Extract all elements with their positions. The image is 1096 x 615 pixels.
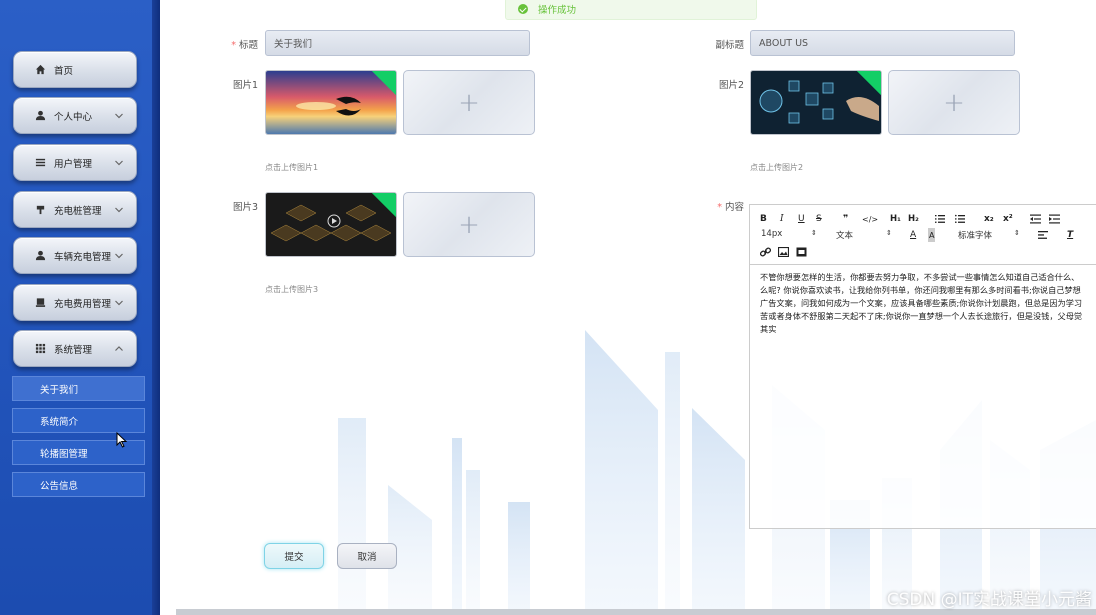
content-line: 苦或者身体不舒服第二天起不了床;你说你一直梦想一个人去长途旅行，但是没钱，父母觉: [760, 311, 1083, 321]
superscript-icon[interactable]: x²: [1003, 212, 1013, 226]
sidebar-subitem-system-intro[interactable]: 系统简介: [12, 408, 145, 433]
sidebar-item-label: 系统管理: [54, 344, 93, 356]
outdent-icon[interactable]: [1030, 212, 1041, 226]
clear-format-icon[interactable]: T: [1067, 228, 1073, 242]
user-icon: [34, 110, 46, 122]
content-line: 么呢? 你说你喜欢读书，让我给你列书单，你还问我哪里有那么多时间看书;你说自己梦…: [760, 285, 1081, 295]
submit-button[interactable]: 提交: [264, 543, 324, 569]
title-input[interactable]: 关于我们: [265, 30, 530, 56]
pic1-thumbnail[interactable]: [265, 70, 397, 135]
watermark: CSDN @IT实战课堂小元酱: [886, 590, 1092, 610]
plus-icon: +: [458, 87, 480, 118]
cancel-button[interactable]: 取消: [337, 543, 397, 569]
font-color-icon[interactable]: A: [910, 228, 916, 242]
home-icon: [34, 64, 46, 76]
rich-text-editor[interactable]: B I U S ❞ </> H₁ H₂ x₂ x² 14px ⇕ 文本 ⇕ A …: [749, 204, 1096, 529]
subtitle-input[interactable]: ABOUT US: [750, 30, 1015, 56]
sidebar-item-label: 用户管理: [54, 158, 93, 170]
pic3-upload-button[interactable]: +: [403, 192, 535, 257]
sidebar-item-charging-pile[interactable]: 充电桩管理: [13, 191, 137, 228]
pic2-label: 图片2: [718, 80, 744, 91]
heading2-icon[interactable]: H₂: [908, 212, 919, 226]
align-icon[interactable]: [1038, 228, 1048, 242]
pic2-thumbnail[interactable]: [750, 70, 882, 135]
content-label: * 内容: [717, 202, 744, 213]
header-select[interactable]: 文本 ⇕: [836, 229, 892, 241]
chevron-up-icon: [115, 346, 123, 351]
person-icon: [34, 250, 46, 262]
title-label: * 标题: [231, 40, 258, 51]
sidebar: 首页 个人中心 用户管理 充电桩管理 车辆充电管理 充电费用管理 系统管理 关于…: [0, 0, 160, 615]
card-icon: [34, 297, 46, 309]
sidebar-item-label: 充电费用管理: [54, 298, 112, 310]
underline-icon[interactable]: U: [798, 212, 805, 226]
sidebar-item-label: 个人中心: [54, 111, 93, 123]
ordered-list-icon[interactable]: [935, 212, 945, 226]
video-icon[interactable]: [796, 245, 807, 259]
pic1-hint: 点击上传图片1: [265, 163, 319, 172]
sidebar-item-label: 充电桩管理: [54, 205, 102, 217]
chevron-down-icon: [115, 300, 123, 306]
content-line: 不管你想要怎样的生活，你都要去努力争取，不多尝试一些事情怎么知道自己适合什么、: [760, 272, 1080, 282]
sidebar-subitem-about-us[interactable]: 关于我们: [12, 376, 145, 401]
sidebar-item-vehicle-charging[interactable]: 车辆充电管理: [13, 237, 137, 274]
font-family-select[interactable]: 标准字体 ⇕: [958, 229, 1020, 241]
plug-icon: [34, 204, 46, 216]
sidebar-item-system-management[interactable]: 系统管理: [13, 330, 137, 367]
pic1-upload-button[interactable]: +: [403, 70, 535, 135]
sidebar-item-user-management[interactable]: 用户管理: [13, 144, 137, 181]
sidebar-item-home[interactable]: 首页: [13, 51, 137, 88]
check-circle-icon: [518, 4, 528, 14]
sidebar-subitem-label: 关于我们: [40, 384, 79, 396]
code-icon[interactable]: </>: [862, 212, 878, 226]
heading1-icon[interactable]: H₁: [890, 212, 901, 226]
content-line: 广告文案，问我如何成为一个文案，应该具备哪些素质;你说你计划晨跑，但总是因为学习: [760, 298, 1083, 308]
tech-network-image: [751, 71, 881, 134]
editor-content[interactable]: 不管你想要怎样的生活，你都要去努力争取，不多尝试一些事情怎么知道自己适合什么、 …: [750, 265, 1096, 342]
pic1-label: 图片1: [232, 80, 258, 91]
subscript-icon[interactable]: x₂: [984, 212, 994, 226]
list-icon: [34, 157, 46, 169]
pic3-thumbnail[interactable]: [265, 192, 397, 257]
dark-cubes-image: [266, 193, 396, 256]
pic3-label: 图片3: [232, 202, 258, 213]
pic3-hint: 点击上传图片3: [265, 285, 319, 294]
plus-icon: +: [458, 209, 480, 240]
main-content: 操作成功 * 标题 关于我们 副标题 ABOUT US 图片1 + 点击上传图片1…: [160, 0, 1096, 615]
strikethrough-icon[interactable]: S: [816, 212, 822, 226]
sidebar-subitem-label: 系统简介: [40, 416, 79, 428]
success-toast: 操作成功: [505, 0, 757, 20]
sunset-image: [266, 71, 396, 134]
sidebar-subitem-announcements[interactable]: 公告信息: [12, 472, 145, 497]
editor-toolbar: B I U S ❞ </> H₁ H₂ x₂ x² 14px ⇕ 文本 ⇕ A …: [750, 205, 1096, 265]
content-line: 其实: [760, 324, 777, 334]
sidebar-subitem-label: 公告信息: [40, 480, 79, 492]
chevron-down-icon: [115, 207, 123, 213]
toast-message: 操作成功: [538, 5, 577, 16]
link-icon[interactable]: [760, 245, 771, 259]
sidebar-item-charging-fee[interactable]: 充电费用管理: [13, 284, 137, 321]
bullet-list-icon[interactable]: [955, 212, 965, 226]
image-icon[interactable]: [778, 245, 789, 259]
blockquote-icon[interactable]: ❞: [843, 212, 848, 226]
bold-icon[interactable]: B: [760, 212, 767, 226]
pic2-upload-button[interactable]: +: [888, 70, 1020, 135]
background-color-icon[interactable]: A: [928, 228, 936, 242]
chevron-down-icon: [115, 160, 123, 166]
chevron-down-icon: [115, 253, 123, 259]
sidebar-item-personal-center[interactable]: 个人中心: [13, 97, 137, 134]
sidebar-item-label: 车辆充电管理: [54, 251, 112, 263]
mouse-cursor-icon: [116, 432, 128, 448]
sidebar-item-label: 首页: [54, 65, 74, 77]
plus-icon: +: [943, 87, 965, 118]
grid-icon: [34, 343, 46, 355]
font-size-select[interactable]: 14px ⇕: [761, 229, 817, 239]
italic-icon[interactable]: I: [780, 212, 784, 226]
sidebar-subitem-label: 轮播图管理: [40, 448, 88, 460]
indent-icon[interactable]: [1049, 212, 1060, 226]
chevron-down-icon: [115, 113, 123, 119]
pic2-hint: 点击上传图片2: [750, 163, 804, 172]
subtitle-label: 副标题: [715, 40, 744, 51]
